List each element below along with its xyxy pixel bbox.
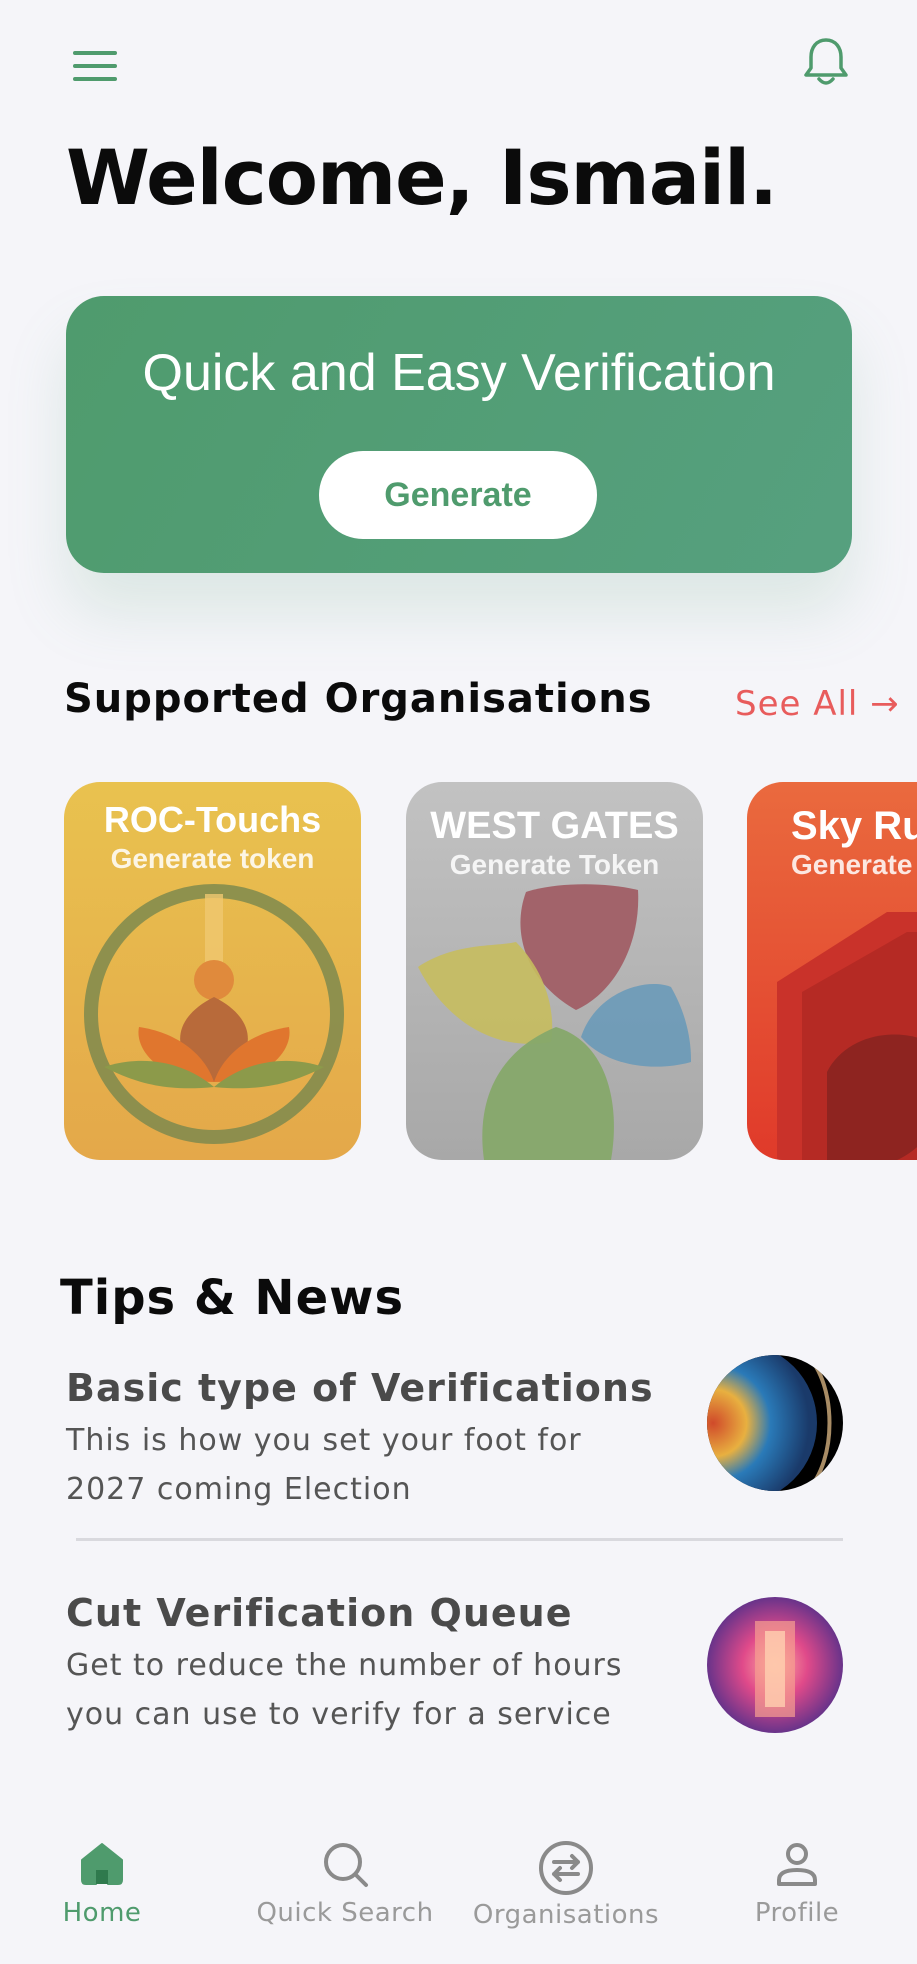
tip-description: This is how you set your foot for 2027 c… (66, 1416, 666, 1514)
tip-description-line: 2027 coming Election (66, 1472, 412, 1507)
tip-description-line: you can use to verify for a service (66, 1697, 612, 1732)
tip-title: Basic type of Verifications (66, 1366, 654, 1410)
generate-button[interactable]: Generate (319, 451, 597, 539)
org-name: Sky Ru (791, 804, 917, 848)
tip-item-verifications[interactable]: Basic type of Verifications This is how … (0, 1355, 917, 1520)
org-name: WEST GATES (430, 805, 679, 847)
bell-icon (804, 38, 848, 85)
org-card-roc-touchs[interactable]: ROC-Touchs Generate token (64, 782, 361, 1160)
org-name: ROC-Touchs (103, 799, 322, 840)
org-subtitle: Generate (791, 849, 913, 880)
search-icon (324, 1843, 368, 1887)
nav-profile[interactable]: Profile (697, 1840, 897, 1928)
tip-item-queue[interactable]: Cut Verification Queue Get to reduce the… (0, 1585, 917, 1745)
corridor-thumbnail (707, 1597, 843, 1733)
nav-label: Quick Search (256, 1898, 434, 1928)
nav-label: Home (62, 1898, 142, 1928)
org-card-west-gates[interactable]: WEST GATES Generate Token (406, 782, 703, 1160)
nav-quick-search[interactable]: Quick Search (245, 1840, 445, 1928)
organisations-section-title: Supported Organisations (64, 676, 653, 722)
nav-label: Profile (754, 1898, 840, 1928)
notifications-button[interactable] (796, 30, 856, 94)
org-card-sky[interactable]: Sky Ru Generate (747, 782, 917, 1160)
tip-title: Cut Verification Queue (66, 1591, 573, 1635)
tips-divider (76, 1538, 843, 1541)
verification-hero-card: Quick and Easy Verification Generate (66, 296, 852, 573)
org-subtitle: Generate Token (449, 849, 660, 880)
tip-description-line: Get to reduce the number of hours (66, 1648, 623, 1683)
home-icon (81, 1843, 123, 1885)
tip-description-line: This is how you set your foot for (66, 1423, 582, 1458)
tips-section-title: Tips & News (60, 1270, 405, 1326)
see-all-link[interactable]: See All → (735, 684, 900, 724)
corridor-image-icon (707, 1597, 843, 1733)
org-subtitle: Generate token (110, 843, 315, 874)
nav-label: Organisations (472, 1900, 660, 1930)
tip-description: Get to reduce the number of hours you ca… (66, 1641, 666, 1739)
hamburger-menu-icon (73, 51, 117, 81)
org-card-clip: Sky Ru Generate (747, 782, 917, 1160)
nav-organisations[interactable]: Organisations (466, 1840, 666, 1930)
planet-image-icon (707, 1355, 843, 1491)
swap-icon (539, 1841, 593, 1895)
planet-thumbnail (707, 1355, 843, 1491)
person-icon (777, 1843, 817, 1886)
welcome-title: Welcome, Ismail. (66, 133, 778, 222)
nav-home[interactable]: Home (2, 1840, 202, 1928)
menu-button[interactable] (64, 40, 126, 92)
hero-title: Quick and Easy Verification (142, 344, 776, 402)
